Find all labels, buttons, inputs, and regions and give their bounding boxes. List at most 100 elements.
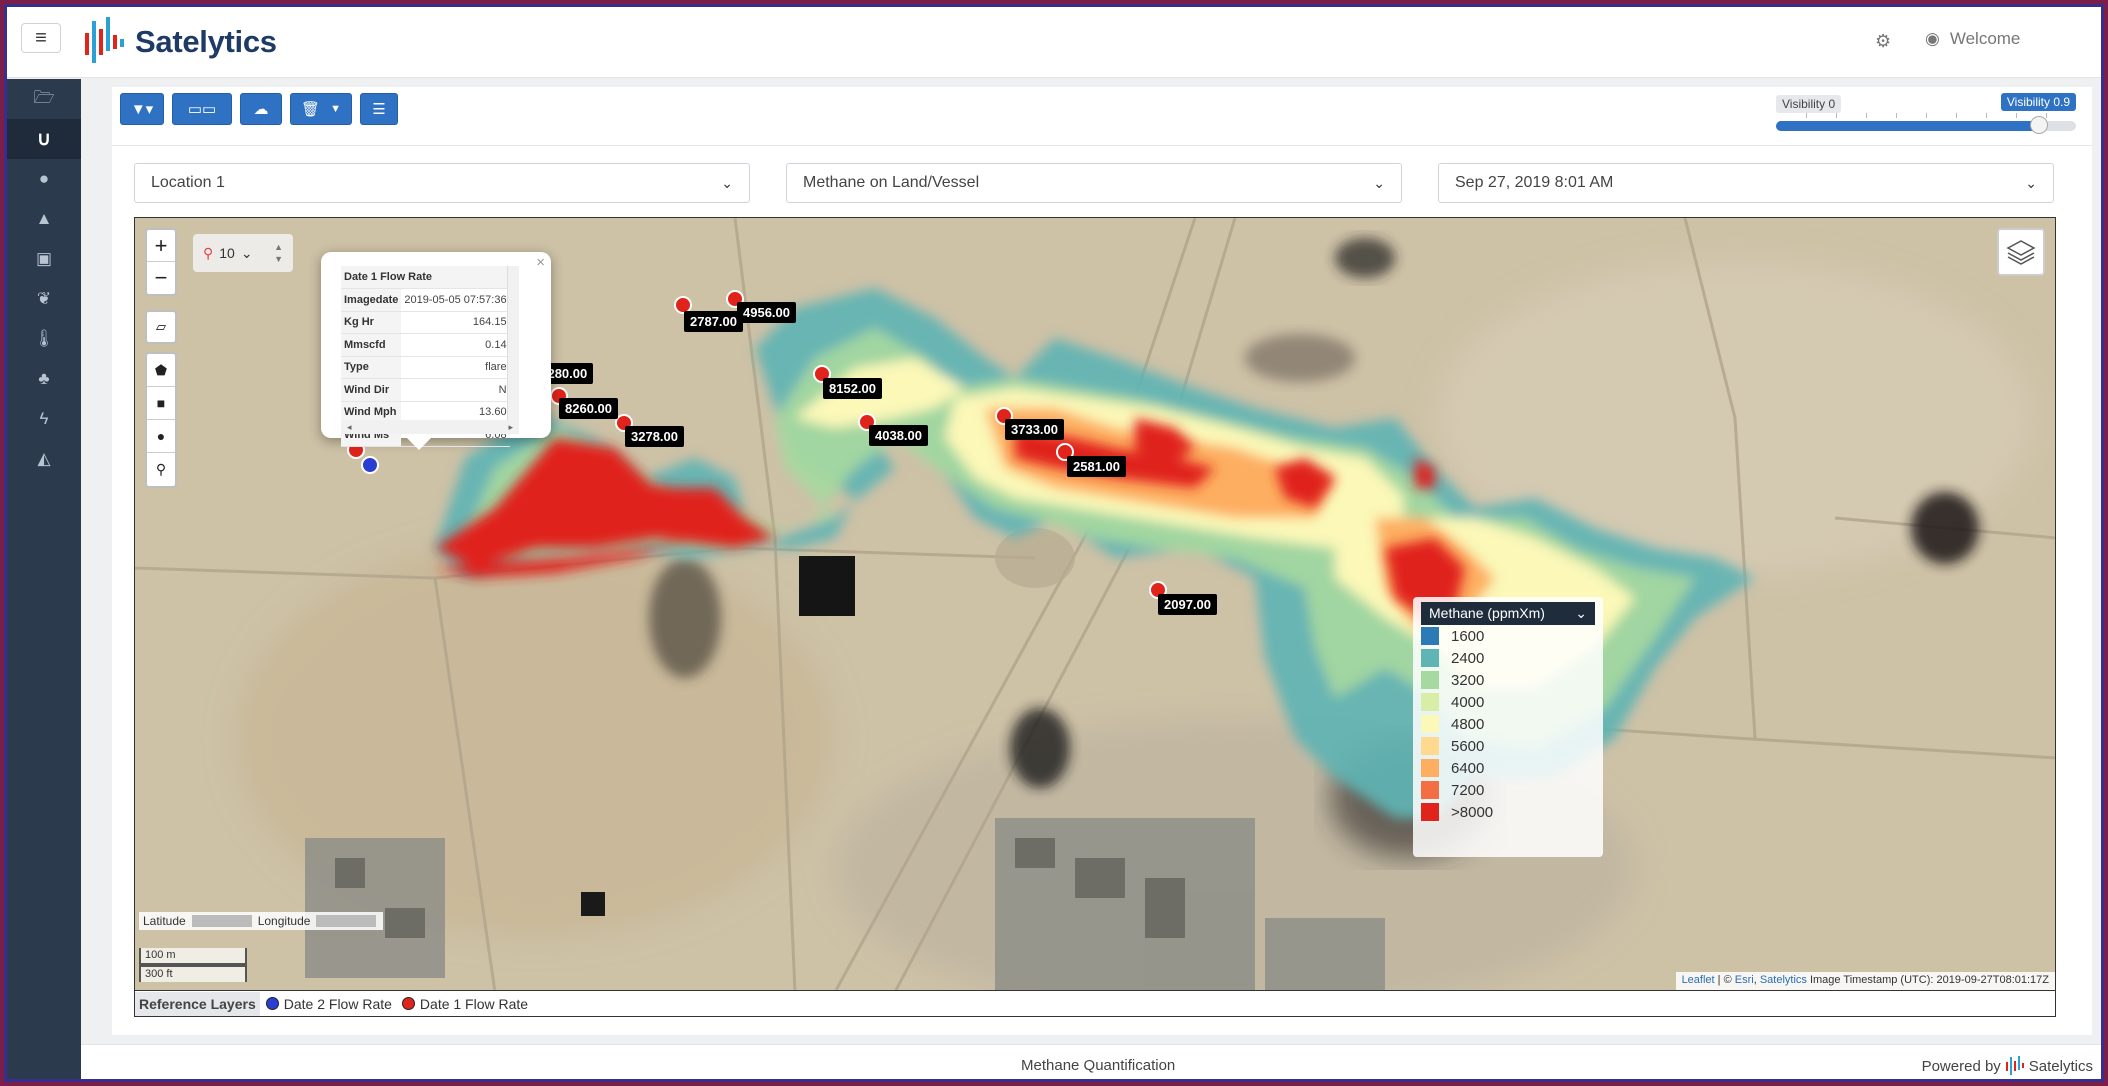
legend-entry: 4800 — [1421, 713, 1595, 735]
scale-meters: 100 m — [139, 948, 247, 965]
chevron-down-icon: ⌄ — [1575, 605, 1587, 621]
longitude-value — [316, 915, 377, 927]
chevron-down-icon: ⌄ — [721, 174, 733, 191]
draw-rectangle-button[interactable]: ■ — [147, 387, 175, 420]
legend-title: Methane (ppmXm) — [1429, 605, 1545, 621]
thermometer-icon: 🌡 — [33, 329, 55, 348]
footer-brand: Satelytics — [2028, 1057, 2093, 1075]
app-logo[interactable]: Satelytics — [83, 13, 277, 71]
legend-swatch — [1421, 781, 1439, 799]
legend-label: 1600 — [1451, 627, 1485, 645]
settings-gears-icon[interactable]: ⚙ — [1875, 31, 1891, 52]
popup-key: Mmscfd — [341, 333, 402, 357]
draw-marker-button[interactable]: ⚲ — [147, 453, 175, 486]
close-icon[interactable]: × — [536, 254, 545, 271]
legend-swatch — [1421, 693, 1439, 711]
legend-label: 3200 — [1451, 671, 1485, 689]
sidebar-item-analytics[interactable]: ◭ — [7, 439, 81, 479]
attribution-separator: | © — [1714, 974, 1735, 986]
user-circle-icon: ◉ — [1925, 29, 1940, 48]
popup-horizontal-scrollbar[interactable]: ◂ ▸ — [341, 420, 519, 434]
visibility-slider[interactable]: Visibility 0 Visibility 0.9 — [1776, 91, 2076, 134]
flow-rate-label[interactable]: 2581.00 — [1067, 456, 1126, 477]
map-pin-icon: ⚲ — [203, 244, 214, 261]
flow-rate-label[interactable]: 3733.00 — [1005, 419, 1064, 440]
sidebar-item-power[interactable]: ϟ — [7, 399, 81, 439]
flow-rate-label[interactable]: 2787.00 — [684, 311, 743, 332]
menu-toggle-button[interactable]: ≡ — [21, 23, 61, 53]
legend-entry: 7200 — [1421, 779, 1595, 801]
warning-icon: ▲ — [35, 209, 53, 228]
cloud-upload-button[interactable]: ☁ — [240, 93, 282, 125]
zoom-control: + − — [145, 228, 177, 296]
area-chart-icon: ◭ — [37, 449, 51, 468]
draw-toolbar: ⬟ ■ ● ⚲ — [145, 352, 177, 488]
esri-link[interactable]: Esri — [1735, 974, 1754, 986]
satelytics-link[interactable]: Satelytics — [1760, 974, 1807, 986]
visibility-value-label: Visibility 0.9 — [2000, 93, 2076, 111]
sidebar-item-water[interactable]: ● — [7, 159, 81, 199]
flow-rate-label[interactable]: 8152.00 — [823, 378, 882, 399]
popup-key: Wind Dir — [341, 378, 402, 402]
toolbar: ▼▾ ▭▭ ☁ 🗑 ▼ ☰ — [120, 93, 398, 127]
zoom-out-button[interactable]: − — [147, 262, 175, 294]
footer: Methane Quantification Powered by Sately… — [81, 1044, 2101, 1079]
spinner-arrows-icon[interactable]: ▲ ▼ — [274, 241, 283, 265]
flow-rate-label[interactable]: 4038.00 — [869, 425, 928, 446]
legend-entry: 5600 — [1421, 735, 1595, 757]
flow-rate-label[interactable]: 8260.00 — [559, 398, 618, 419]
legend-header[interactable]: Methane (ppmXm) ⌄ — [1421, 602, 1595, 625]
draw-circle-button[interactable]: ● — [147, 420, 175, 453]
delete-dropdown-button[interactable]: 🗑 ▼ — [290, 93, 352, 125]
leaflet-link[interactable]: Leaflet — [1682, 974, 1715, 986]
visibility-handle[interactable] — [2030, 116, 2048, 134]
user-menu[interactable]: ◉ Welcome — [1925, 29, 2020, 49]
date2-dot-icon — [265, 997, 279, 1010]
legend-label: 7200 — [1451, 781, 1485, 799]
marker-count-value: 10 — [219, 245, 235, 261]
leaf-icon: ❦ — [36, 289, 52, 308]
powered-by-label: Powered by — [1921, 1057, 2001, 1075]
welcome-label: Welcome — [1949, 29, 2021, 48]
sidebar-item-methane[interactable]: ∪ — [7, 119, 81, 159]
date-select[interactable]: Sep 27, 2019 8:01 AM ⌄ — [1438, 163, 2054, 203]
arrow-left-icon: ◂ — [347, 421, 352, 432]
pentagon-icon: ⬟ — [154, 361, 168, 378]
map-viewport[interactable]: 13280.00 8260.00 3278.00 2787.00 4956.00… — [134, 217, 2056, 991]
sidebar-item-tanks[interactable]: ▣ — [7, 239, 81, 279]
legend-entries: 1600 2400 3200 4000 4800 5600 6400 7200 >8000 — [1421, 625, 1595, 823]
location-select[interactable]: Location 1 ⌄ — [134, 163, 750, 203]
layers-button[interactable] — [1997, 228, 2045, 276]
filter-button[interactable]: ▼▾ — [120, 93, 164, 125]
sidebar-item-trees[interactable]: ♣ — [7, 359, 81, 399]
sidebar-item-temperature[interactable]: 🌡 — [7, 319, 81, 359]
zoom-in-button[interactable]: + — [147, 230, 175, 262]
legend-swatch — [1421, 803, 1439, 821]
caret-down-icon: ▼ — [330, 103, 341, 115]
reference-layer-date2[interactable]: Date 2 Flow Rate — [284, 996, 392, 1012]
draw-polygon-button[interactable]: ⬟ — [147, 354, 175, 387]
legend-swatch — [1421, 627, 1439, 645]
sidebar-item-vegetation[interactable]: ❦ — [7, 279, 81, 319]
measure-button[interactable]: ▱ — [145, 310, 177, 344]
legend-swatch — [1421, 737, 1439, 755]
product-select[interactable]: Methane on Land/Vessel ⌄ — [786, 163, 1402, 203]
compare-view-button[interactable]: ▭▭ — [172, 93, 232, 125]
scale-feet: 300 ft — [139, 965, 247, 982]
sidebar-item-alerts[interactable]: ▲ — [7, 199, 81, 239]
flow-rate-label[interactable]: 3278.00 — [625, 426, 684, 447]
gas-tank-icon: ▣ — [35, 249, 53, 268]
reference-layers-bar: Reference Layers Date 2 Flow Rate Date 1… — [134, 991, 2056, 1017]
legend-entry: >8000 — [1421, 801, 1595, 823]
visibility-min-label: Visibility 0 — [1776, 95, 1842, 113]
list-view-button[interactable]: ☰ — [360, 93, 398, 125]
popup-vertical-scrollbar[interactable] — [507, 266, 519, 420]
flow-rate-label[interactable]: 4956.00 — [737, 302, 796, 323]
flow-rate-label[interactable]: 2097.00 — [1158, 594, 1217, 615]
longitude-label: Longitude — [257, 914, 311, 928]
reference-layer-date1[interactable]: Date 1 Flow Rate — [420, 996, 528, 1012]
hamburger-icon: ≡ — [35, 26, 47, 49]
marker-count-control[interactable]: ⚲ 10 ⌄ ▲ ▼ — [193, 234, 293, 272]
layers-icon — [2006, 240, 2036, 265]
sidebar-item-folder[interactable]: 🗁 — [7, 79, 81, 119]
